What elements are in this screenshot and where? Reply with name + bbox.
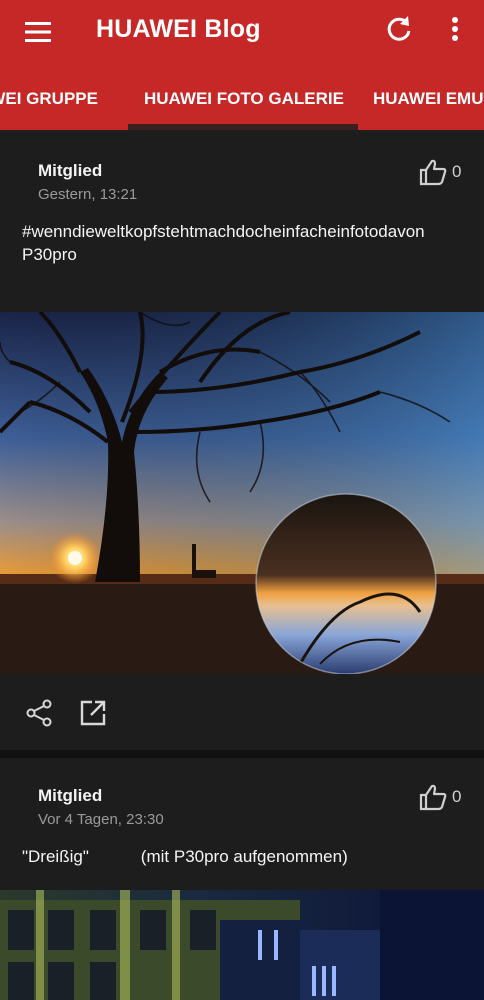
tab-huawei-foto-galerie[interactable]: HUAWEI FOTO GALERIE: [144, 64, 344, 130]
night-building-photo: [0, 890, 484, 1000]
sunset-photo: [0, 312, 484, 674]
post-author[interactable]: Mitglied: [38, 786, 102, 806]
tab-bar: AWEI GRUPPE HUAWEI FOTO GALERIE HUAWEI E…: [0, 64, 484, 130]
more-vert-icon: [452, 17, 458, 41]
refresh-icon: [387, 16, 411, 41]
tab-huawei-emui[interactable]: HUAWEI EMUI: [373, 64, 484, 130]
refresh-button[interactable]: [382, 12, 416, 46]
post-card-header: Mitglied Gestern, 13:21 0 #wenndieweltko…: [0, 130, 484, 312]
app-title: HUAWEI Blog: [96, 15, 261, 43]
post-text: #wenndieweltkopfstehtmachdocheinfacheinf…: [22, 220, 466, 266]
post-author[interactable]: Mitglied: [38, 161, 102, 181]
share-button[interactable]: [24, 698, 54, 728]
post-image[interactable]: [0, 312, 484, 674]
post-actions: [0, 674, 484, 750]
tab-huawei-gruppe[interactable]: AWEI GRUPPE: [0, 64, 98, 130]
thumbs-up-icon: [419, 784, 447, 811]
toolbar: HUAWEI Blog: [0, 0, 484, 64]
post-card-header: Mitglied Vor 4 Tagen, 23:30 0 "Dreißig" …: [0, 758, 484, 890]
like-count: 0: [452, 787, 462, 806]
menu-button[interactable]: [20, 17, 56, 47]
share-icon: [26, 699, 52, 727]
open-external-icon: [80, 700, 106, 726]
post-text: "Dreißig" (mit P30pro aufgenommen): [22, 847, 348, 866]
like-button[interactable]: [418, 157, 448, 187]
app-bar: HUAWEI Blog AWEI GRUPPE HUAWEI FOTO GALE…: [0, 0, 484, 130]
like-button[interactable]: [418, 782, 448, 812]
post-text-line: #wenndieweltkopfstehtmachdocheinfacheinf…: [22, 222, 425, 241]
post-text-line: P30pro: [22, 245, 77, 264]
like-count: 0: [452, 162, 462, 181]
open-external-button[interactable]: [78, 698, 108, 728]
more-options-button[interactable]: [442, 12, 468, 46]
post-date: Vor 4 Tagen, 23:30: [38, 811, 164, 828]
menu-icon: [25, 22, 51, 42]
thumbs-up-icon: [419, 159, 447, 186]
post-date: Gestern, 13:21: [38, 186, 138, 203]
post-image[interactable]: [0, 890, 484, 1000]
